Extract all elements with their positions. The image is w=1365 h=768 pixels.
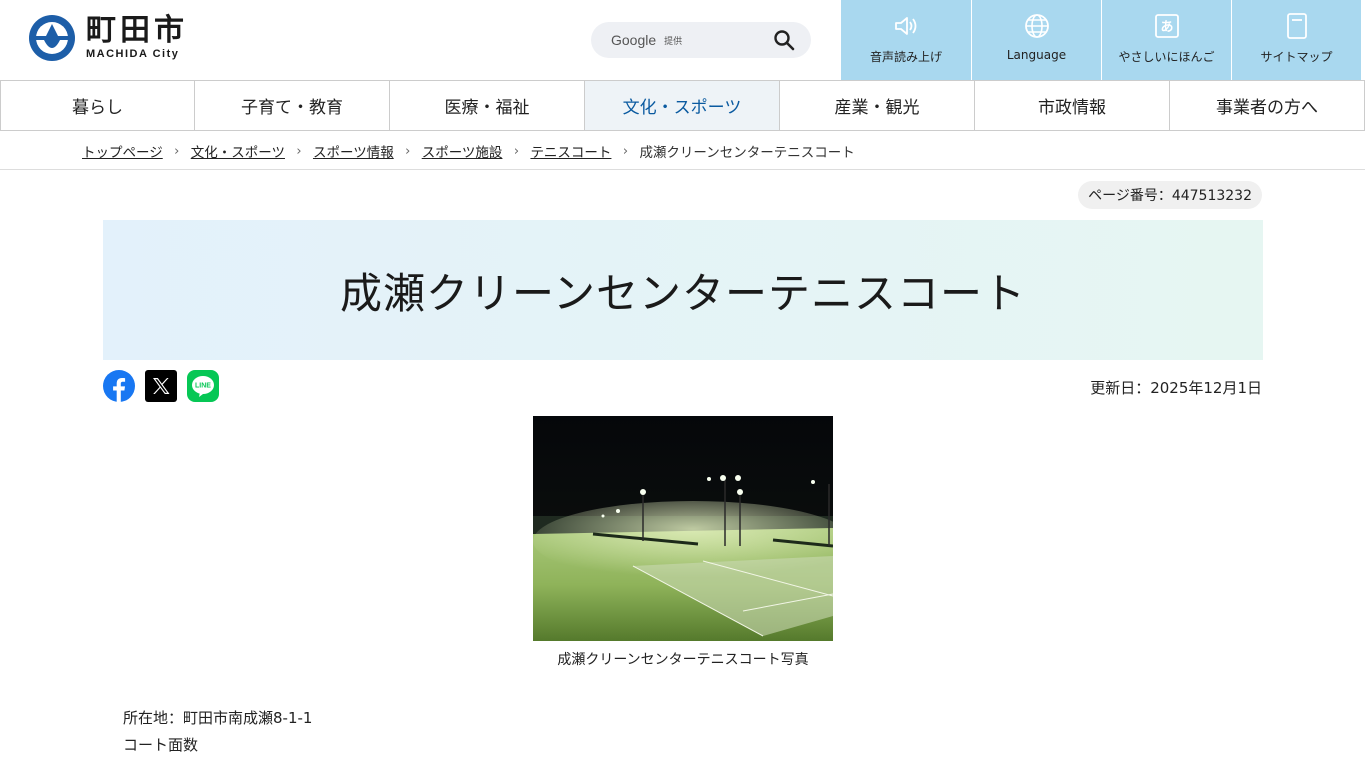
breadcrumb: トップページ › 文化・スポーツ › スポーツ情報 › スポーツ施設 › テニス… <box>82 140 855 162</box>
gnav-business[interactable]: 事業者の方へ <box>1170 81 1365 130</box>
breadcrumb-divider <box>0 169 1365 170</box>
chevron-right-icon: › <box>296 143 302 159</box>
util-sitemap[interactable]: サイトマップ <box>1231 0 1361 80</box>
breadcrumb-link[interactable]: テニスコート <box>530 141 611 161</box>
speaker-icon <box>895 17 917 35</box>
facility-address: 所在地：町田市南成瀬8-1-1 <box>123 709 313 727</box>
chevron-right-icon: › <box>513 143 520 159</box>
chevron-right-icon: › <box>405 143 411 159</box>
utility-nav: 音声読み上げ Language あ やさしいにほんご サイトマップ <box>841 0 1361 80</box>
page-number-badge: ページ番号：447513232 <box>1078 181 1262 209</box>
chevron-right-icon: › <box>174 143 180 159</box>
facility-info: 所在地：町田市南成瀬8-1-1 コート面数 <box>123 705 312 759</box>
gnav-living[interactable]: 暮らし <box>0 81 195 130</box>
share-buttons: LINE <box>103 370 219 402</box>
gnav-industry-tourism[interactable]: 産業・観光 <box>780 81 975 130</box>
page-title: 成瀬クリーンセンターテニスコート <box>340 268 1026 318</box>
global-nav: 暮らし 子育て・教育 医療・福祉 文化・スポーツ 産業・観光 市政情報 事業者の… <box>0 80 1365 131</box>
util-voice-reader[interactable]: 音声読み上げ <box>841 0 971 80</box>
breadcrumb-link[interactable]: スポーツ施設 <box>422 141 503 161</box>
search-google-label: Google <box>611 32 657 48</box>
util-label: やさしいにほんご <box>1118 50 1215 64</box>
facebook-icon[interactable] <box>103 370 135 402</box>
breadcrumb-link[interactable]: 文化・スポーツ <box>191 141 285 161</box>
util-label: Language <box>1006 48 1067 62</box>
site-logo[interactable]: 町田市 MACHIDA City <box>28 14 188 62</box>
updated-date: 更新日：2025年12月1日 <box>1090 379 1262 397</box>
gnav-city-government[interactable]: 市政情報 <box>975 81 1170 130</box>
gnav-medical-welfare[interactable]: 医療・福祉 <box>390 81 585 130</box>
page-title-banner: 成瀬クリーンセンターテニスコート <box>103 220 1263 360</box>
breadcrumb-link[interactable]: トップページ <box>82 141 163 161</box>
breadcrumb-link[interactable]: スポーツ情報 <box>313 141 394 161</box>
util-label: サイトマップ <box>1260 50 1333 64</box>
sitemap-icon <box>1286 13 1307 39</box>
logo-subtext: MACHIDA City <box>86 48 180 60</box>
util-label: 音声読み上げ <box>869 50 942 64</box>
gnav-culture-sports[interactable]: 文化・スポーツ <box>585 81 780 130</box>
site-header: 町田市 MACHIDA City Google 提供 音声読み上げ Langua… <box>0 0 1365 80</box>
globe-icon <box>1024 14 1049 38</box>
logo-text: 町田市 <box>86 13 188 48</box>
search-icon[interactable] <box>773 29 795 51</box>
photo-caption: 成瀬クリーンセンターテニスコート写真 <box>557 652 809 668</box>
site-search[interactable]: Google 提供 <box>591 22 811 58</box>
chevron-right-icon: › <box>622 143 629 159</box>
x-icon[interactable] <box>145 370 177 402</box>
line-icon[interactable]: LINE <box>187 370 219 402</box>
gnav-childcare-education[interactable]: 子育て・教育 <box>195 81 390 130</box>
util-language[interactable]: Language <box>971 0 1101 80</box>
search-provided-label: 提供 <box>664 36 683 47</box>
breadcrumb-current: 成瀬クリーンセンターテニスコート <box>639 145 855 161</box>
hiragana-a-icon: あ <box>1154 14 1179 38</box>
svg-text:あ: あ <box>1160 20 1173 35</box>
city-emblem-icon <box>29 15 75 61</box>
util-easy-japanese[interactable]: あ やさしいにほんご <box>1101 0 1231 80</box>
tennis-court-photo <box>533 416 833 641</box>
court-count-label: コート面数 <box>123 736 199 754</box>
line-logo-text: LINE <box>195 383 211 390</box>
